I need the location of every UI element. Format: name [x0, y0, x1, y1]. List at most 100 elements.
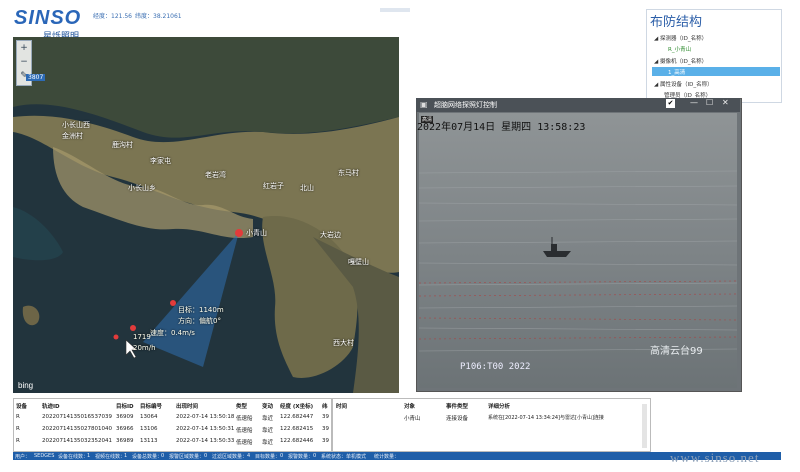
column-header[interactable]: 纬 [322, 402, 328, 410]
table-cell: 122.682447 [280, 414, 314, 420]
map-label: 李家屯 [150, 157, 171, 165]
column-header[interactable]: 目标编号 [140, 402, 162, 410]
table-cell: 2022-07-14 13:50:18 [176, 414, 235, 420]
status-text: 视频在线数： [95, 454, 126, 460]
table-cell: 20220714135016537039 [42, 414, 112, 420]
table-cell: 靠近 [262, 416, 274, 422]
ship-info-rate: 20m/h [133, 344, 156, 352]
table-cell: 2022-07-14 13:50:31 [176, 426, 235, 432]
toolbar-strip [380, 8, 410, 12]
table-cell: 122.682415 [280, 426, 314, 432]
status-text: 单机模式 [346, 454, 367, 460]
target-label: 小青山 [246, 229, 267, 237]
video-window-title: 超脑网络探照灯控制 [434, 101, 497, 109]
ship-info-speed: 速度：0.4m/s [150, 329, 195, 337]
status-text: 1 [124, 453, 128, 459]
ship-marker[interactable] [113, 334, 119, 340]
tree-node-cameras[interactable]: ◢ 摄像机（ID_名称） [654, 57, 707, 65]
map-label: 西大村 [333, 339, 354, 347]
map-label: 小长山乡 [128, 184, 156, 192]
table-cell: 连接设备 [446, 416, 469, 422]
map-scale-badge: 3807 [26, 74, 46, 81]
table-cell: 122.682446 [280, 438, 314, 444]
tree-node-other-devices[interactable]: ◢ 属性设备（ID_名称） [654, 80, 713, 88]
column-header[interactable]: 对象 [404, 402, 415, 410]
status-text: 设备总数量： [132, 454, 163, 460]
table-cell: 低速船 [236, 428, 253, 434]
column-header[interactable]: 时间 [336, 402, 347, 410]
column-header[interactable]: 设备 [16, 402, 27, 410]
column-header[interactable]: 详细分析 [488, 402, 510, 410]
ship-info-distance: 目标：1140m [178, 306, 224, 314]
table-cell: R [16, 438, 20, 444]
table-cell: 2022-07-14 13:50:33 [176, 438, 235, 444]
column-header[interactable]: 类型 [236, 402, 247, 410]
map-label: 金洲村 [62, 132, 83, 140]
table-cell: 20220714135032352041 [42, 438, 112, 444]
table-cell: 13113 [140, 438, 158, 444]
zoom-out-button[interactable]: − [17, 55, 31, 69]
map-label: 嘎壁山 [348, 258, 369, 266]
ptz-readout: P106:T00 2022 [460, 362, 531, 372]
watermark: www.sinso.net [670, 450, 760, 465]
ship-marker[interactable] [170, 300, 176, 306]
status-text: 0 [161, 453, 165, 459]
target-marker[interactable] [235, 229, 243, 237]
status-text: 1 [87, 453, 91, 459]
table-cell: 39 [322, 438, 329, 444]
table-cell: 13064 [140, 414, 158, 420]
brand-name: SINSO [14, 7, 82, 29]
status-text: 设备在线数： [58, 454, 89, 460]
map-label: 老岩湾 [205, 171, 226, 179]
status-text: 0 [313, 453, 317, 459]
table-cell: 小青山 [404, 416, 421, 422]
column-header[interactable]: 目标ID [116, 402, 134, 410]
scrollbar[interactable] [642, 404, 647, 448]
status-text: SEDGES [34, 453, 55, 459]
table-cell: 20220714135027801040 [42, 426, 112, 432]
map-label: 大岩边 [320, 231, 341, 239]
status-text: 过滤区域数量： [212, 454, 248, 460]
status-text: 用户： [15, 454, 31, 460]
table-cell: 靠近 [262, 440, 274, 446]
tree-node-radar[interactable]: R_小青山 [668, 45, 691, 53]
tree-node-detectors[interactable]: ◢ 探测器（ID_名称） [654, 34, 707, 42]
checkbox-icon[interactable]: ✔ [666, 99, 675, 108]
brand-logo: SINSO [14, 6, 81, 30]
status-text: 0 [280, 453, 284, 459]
ship-info-id: 1719 [133, 333, 151, 341]
latitude-readout: 纬度：38.21061 [135, 13, 182, 20]
status-text: 4 [247, 453, 251, 459]
bing-logo: bing [18, 381, 34, 390]
channel-badge: 高清 [421, 116, 434, 123]
table-cell: 13106 [140, 426, 158, 432]
map-label: 红岩子 [263, 182, 284, 190]
table-cell: 39 [322, 414, 329, 420]
map-label: 北山 [300, 184, 314, 192]
column-header[interactable]: 变动 [262, 402, 273, 410]
tree-node-camera-hd[interactable]: 1_高清 [668, 68, 685, 76]
status-text: 统计数量： [374, 454, 400, 460]
column-header[interactable]: 轨迹ID [42, 402, 60, 410]
status-text: 目标数量： [255, 454, 281, 460]
camera-icon: ▣ [420, 100, 428, 109]
table-cell: 36989 [116, 438, 134, 444]
table-cell: 36909 [116, 414, 134, 420]
column-header[interactable]: 出现时间 [176, 402, 198, 410]
close-icon[interactable]: ✕ [722, 98, 729, 107]
video-overlay-name: 高清云台99 [650, 346, 703, 357]
table-cell: 低速船 [236, 416, 253, 422]
column-header[interactable]: 经度 (X坐标) [280, 402, 313, 410]
panel-title: 布防结构 [650, 15, 703, 30]
ship-marker[interactable] [130, 325, 136, 331]
video-datetime: 2022年07月14日 星期四 13:58:23 [417, 122, 586, 133]
maximize-icon[interactable]: ☐ [706, 98, 713, 107]
table-cell: 39 [322, 426, 329, 432]
zoom-in-button[interactable]: + [17, 41, 31, 55]
table-cell: 36966 [116, 426, 134, 432]
column-header[interactable]: 事件类型 [446, 402, 468, 410]
table-cell: R [16, 426, 20, 432]
minimize-icon[interactable]: — [690, 98, 698, 107]
map-label: 小长山西 [62, 121, 90, 129]
table-cell: 靠近 [262, 428, 274, 434]
